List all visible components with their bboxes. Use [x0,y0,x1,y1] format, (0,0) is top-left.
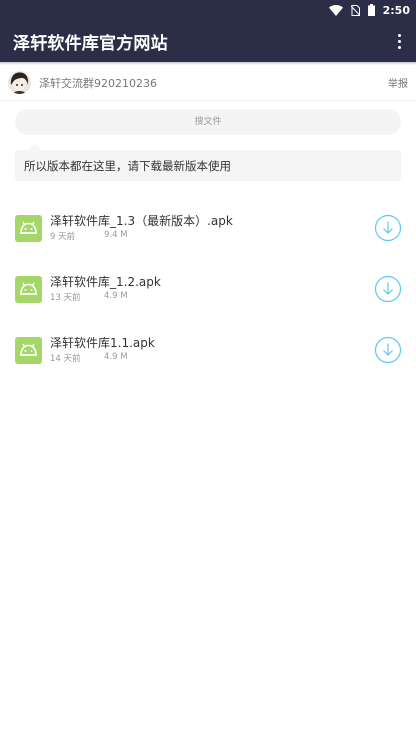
page-title: 泽轩软件库官方网站 [13,33,168,54]
android-apk-icon [15,337,42,364]
status-time: 2:50 [382,3,410,17]
download-icon[interactable] [374,275,402,303]
wifi-icon [328,4,343,16]
file-item[interactable]: 泽轩软件库1.1.apk 14 天前 4.9 M [0,328,416,372]
uploader-name[interactable]: 泽轩交流群920210236 [39,75,157,91]
search-input[interactable] [15,109,401,135]
file-date: 14 天前 [50,354,81,364]
notice-text: 所以版本都在这里，请下载最新版本使用 [24,158,231,173]
status-bar: 2:50 [0,0,416,20]
file-name: 泽轩软件库_1.3（最新版本）.apk [50,214,233,228]
app-bar: 泽轩软件库官方网站 [0,20,416,62]
file-name: 泽轩软件库1.1.apk [50,336,155,350]
download-icon[interactable] [374,214,402,242]
file-date: 13 天前 [50,293,81,303]
download-icon[interactable] [374,336,402,364]
android-apk-icon [15,215,42,242]
file-date: 9 天前 [50,232,76,242]
notice-bubble: 所以版本都在这里，请下载最新版本使用 [15,144,401,181]
battery-icon [367,4,375,16]
more-vert-icon[interactable] [390,28,408,54]
report-button[interactable]: 举报 [388,75,408,90]
android-apk-icon [15,276,42,303]
file-item[interactable]: 泽轩软件库_1.3（最新版本）.apk 9 天前 9.4 M [0,206,416,250]
file-item[interactable]: 泽轩软件库_1.2.apk 13 天前 4.9 M [0,267,416,311]
file-size: 4.9 M [104,352,128,362]
file-size: 4.9 M [104,291,128,301]
uploader-row: 泽轩交流群920210236 举报 [0,65,416,101]
no-sim-icon [350,4,360,16]
file-name: 泽轩软件库_1.2.apk [50,275,161,289]
file-size: 9.4 M [104,230,128,240]
avatar[interactable] [8,71,31,94]
